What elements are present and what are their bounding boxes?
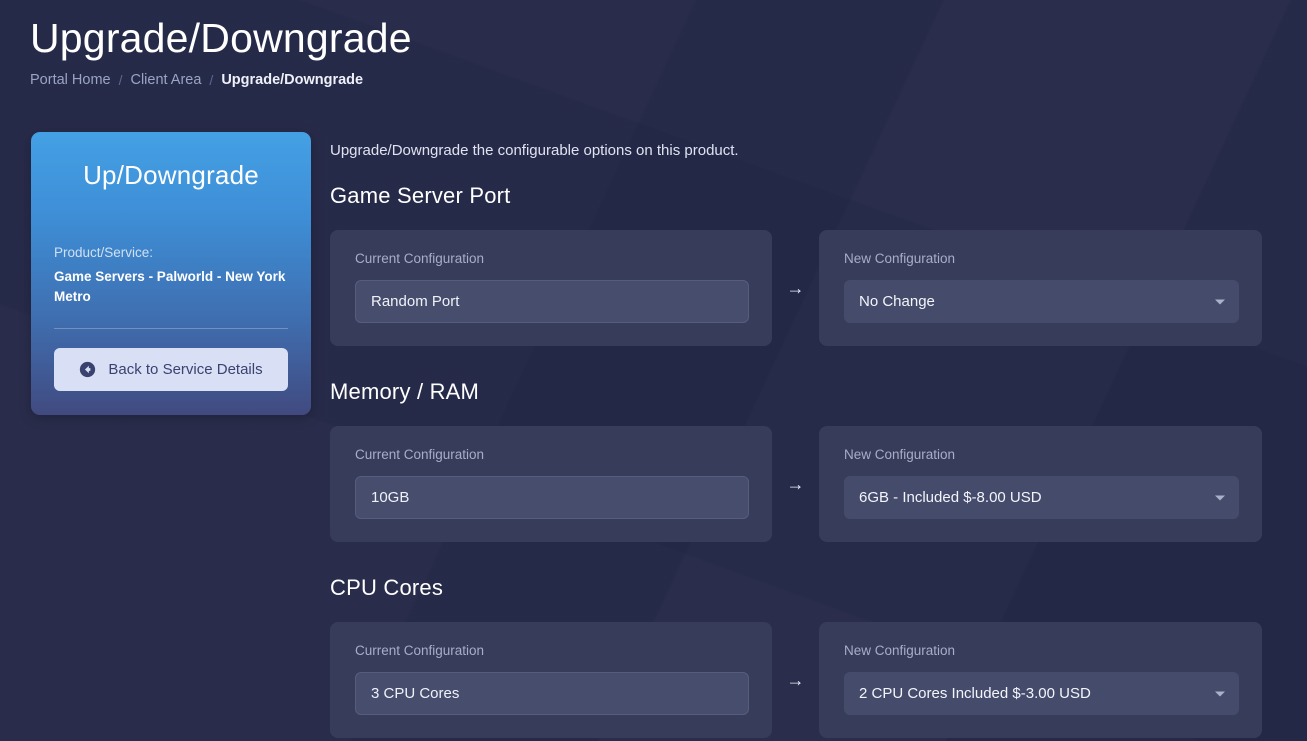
sidebar-divider <box>54 327 288 329</box>
new-configuration-label: New Configuration <box>844 447 956 463</box>
current-configuration-value: Random Port <box>355 280 749 324</box>
intro-text: Upgrade/Downgrade the configurable optio… <box>330 142 739 160</box>
option-row: Current Configuration Random Port → New … <box>330 230 1281 347</box>
new-configuration-card: New Configuration No Change <box>819 230 1262 347</box>
arrow-right-icon: → <box>786 474 805 495</box>
option-group-game-server-port: Game Server Port Current Configuration R… <box>330 183 1281 347</box>
arrow-circle-left-icon <box>79 361 96 378</box>
breadcrumb-item-current: Upgrade/Downgrade <box>221 72 364 89</box>
select-selected-value: 6GB - Included $-8.00 USD <box>859 489 1042 507</box>
current-configuration-label: Current Configuration <box>355 447 485 463</box>
new-configuration-label: New Configuration <box>844 643 956 659</box>
option-group-memory-ram: Memory / RAM Current Configuration 10GB … <box>330 379 1281 543</box>
breadcrumb-item-portal-home[interactable]: Portal Home <box>30 72 111 88</box>
new-configuration-select-memory-ram[interactable]: 6GB - Included $-8.00 USD <box>844 476 1239 520</box>
new-configuration-card: New Configuration 2 CPU Cores Included $… <box>819 622 1262 739</box>
breadcrumb-separator: / <box>118 72 123 89</box>
breadcrumb-separator: / <box>209 72 214 89</box>
option-title: Memory / RAM <box>330 379 480 405</box>
sidebar-product-label: Product/Service: <box>54 245 154 261</box>
breadcrumb-item-client-area[interactable]: Client Area <box>130 72 201 88</box>
back-to-service-details-button[interactable]: Back to Service Details <box>54 347 288 391</box>
new-configuration-card: New Configuration 6GB - Included $-8.00 … <box>819 426 1262 543</box>
select-selected-value: No Change <box>859 293 935 311</box>
current-configuration-value: 3 CPU Cores <box>355 672 749 716</box>
current-configuration-label: Current Configuration <box>355 251 485 267</box>
main-content: Upgrade/Downgrade the configurable optio… <box>311 132 1281 741</box>
chevron-down-icon <box>1215 299 1225 305</box>
arrow-right-icon: → <box>786 670 805 691</box>
new-configuration-select-game-server-port[interactable]: No Change <box>844 280 1239 324</box>
sidebar-product-value: Game Servers - Palworld - New York Metro <box>54 269 286 305</box>
back-button-label: Back to Service Details <box>108 360 263 378</box>
option-group-cpu-cores: CPU Cores Current Configuration 3 CPU Co… <box>330 575 1281 739</box>
sidebar-card: Up/Downgrade Product/Service: Game Serve… <box>31 132 311 415</box>
new-configuration-label: New Configuration <box>844 251 956 267</box>
arrow-right-icon: → <box>786 278 805 299</box>
current-configuration-card: Current Configuration 10GB <box>330 426 772 543</box>
current-configuration-label: Current Configuration <box>355 643 485 659</box>
current-configuration-card: Current Configuration Random Port <box>330 230 772 347</box>
current-configuration-value: 10GB <box>355 476 749 520</box>
option-row: Current Configuration 3 CPU Cores → New … <box>330 622 1281 739</box>
page-content: Up/Downgrade Product/Service: Game Serve… <box>0 88 1307 741</box>
current-configuration-card: Current Configuration 3 CPU Cores <box>330 622 772 739</box>
chevron-down-icon <box>1215 691 1225 697</box>
breadcrumb: Portal Home / Client Area / Upgrade/Down… <box>30 72 1307 88</box>
select-selected-value: 2 CPU Cores Included $-3.00 USD <box>859 685 1091 703</box>
upgrade-downgrade-page: Upgrade/Downgrade Portal Home / Client A… <box>0 0 1307 741</box>
page-title: Upgrade/Downgrade <box>30 15 412 61</box>
chevron-down-icon <box>1215 495 1225 501</box>
page-header: Upgrade/Downgrade Portal Home / Client A… <box>0 0 1307 88</box>
option-title: CPU Cores <box>330 575 444 601</box>
option-row: Current Configuration 10GB → New Configu… <box>330 426 1281 543</box>
new-configuration-select-cpu-cores[interactable]: 2 CPU Cores Included $-3.00 USD <box>844 672 1239 716</box>
sidebar-title: Up/Downgrade <box>83 160 259 191</box>
option-title: Game Server Port <box>330 183 511 209</box>
